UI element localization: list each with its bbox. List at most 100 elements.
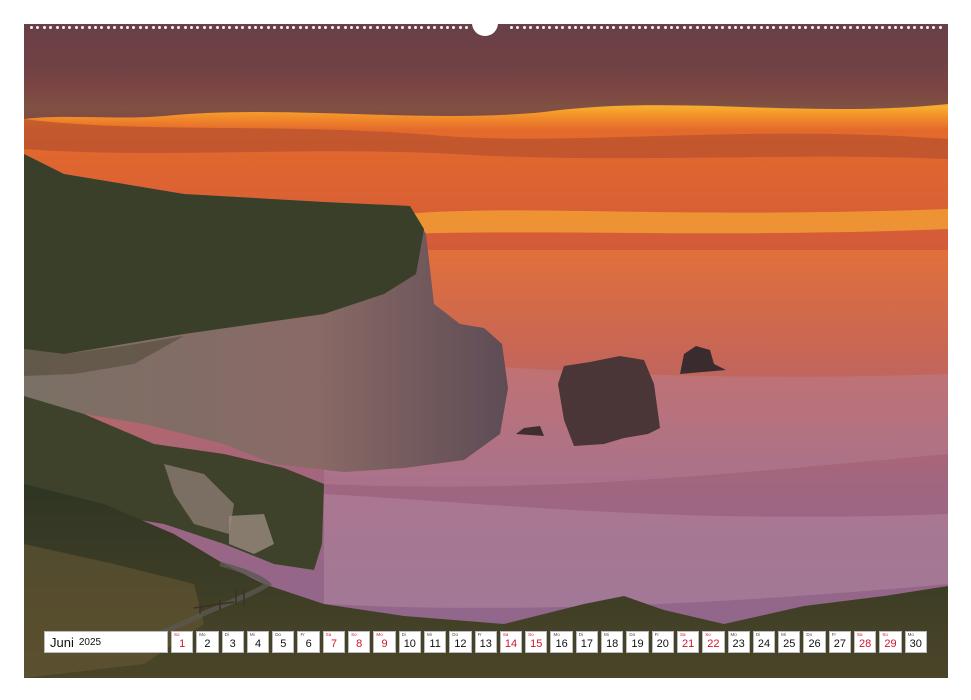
binding-ring — [183, 26, 187, 29]
binding-ring — [836, 26, 840, 29]
binding-ring — [535, 26, 539, 29]
binding-ring — [247, 26, 251, 29]
day-number: 12 — [454, 638, 467, 650]
day-of-week: Do — [275, 632, 281, 637]
binding-ring — [215, 26, 219, 29]
day-number: 15 — [530, 638, 543, 650]
day-cell: Sa 21 — [676, 631, 700, 653]
day-cell: Mi 4 — [246, 631, 270, 653]
binding-ring — [791, 26, 795, 29]
day-number: 21 — [681, 638, 695, 650]
binding-ring — [919, 26, 923, 29]
binding-ring — [286, 26, 289, 29]
binding-ring — [343, 26, 347, 29]
day-of-week: So — [528, 632, 534, 637]
binding-ring — [138, 26, 142, 29]
binding-ring — [49, 26, 53, 29]
binding-ring — [164, 26, 168, 29]
day-cell: So 8 — [348, 631, 371, 653]
binding-ring — [55, 26, 59, 29]
day-number: 19 — [631, 638, 644, 650]
binding-ring — [612, 26, 616, 29]
binding-ring — [126, 26, 129, 29]
binding-ring — [414, 26, 417, 29]
day-cell: Fr 27 — [828, 631, 852, 653]
binding-ring — [906, 26, 910, 29]
binding-ring — [542, 26, 545, 29]
binding-ring — [132, 26, 136, 29]
day-of-week: So — [882, 632, 888, 637]
day-number: 6 — [305, 638, 312, 650]
binding-ring — [516, 26, 520, 29]
day-of-week: Mo — [907, 632, 914, 637]
day-number: 9 — [381, 638, 388, 650]
day-number: 1 — [179, 638, 186, 650]
day-of-week: Di — [578, 632, 583, 637]
binding-ring — [388, 26, 392, 29]
day-cell: Di 10 — [398, 631, 421, 653]
day-number: 17 — [580, 638, 594, 650]
binding-ring — [682, 26, 686, 29]
binding-ring — [849, 26, 853, 29]
binding-ring — [676, 26, 680, 29]
binding-ring — [753, 26, 757, 29]
day-number: 8 — [356, 638, 363, 650]
binding-ring — [689, 26, 693, 29]
binding-ring — [106, 26, 110, 29]
day-cell: Mo 2 — [196, 631, 219, 653]
binding-ring — [305, 26, 309, 29]
binding-ring — [356, 26, 360, 29]
binding-ring — [337, 26, 341, 29]
day-of-week: Sa — [325, 632, 332, 637]
day-of-week: So — [705, 632, 711, 637]
day-cell: Di 24 — [752, 631, 776, 653]
binding-ring — [618, 26, 622, 29]
day-number: 11 — [429, 638, 441, 650]
binding-ring — [862, 26, 865, 29]
binding-ring — [785, 26, 789, 29]
binding-ring — [938, 26, 942, 29]
binding-ring — [593, 26, 597, 29]
day-number: 18 — [606, 638, 619, 650]
day-of-week: Do — [806, 632, 813, 637]
day-cell: Fr 13 — [474, 631, 497, 653]
binding-ring — [855, 26, 859, 29]
day-number: 23 — [732, 638, 745, 650]
day-of-week: So — [351, 632, 357, 637]
binding-ring — [382, 26, 385, 29]
day-cell: Mi 11 — [423, 631, 447, 653]
binding-ring — [452, 26, 456, 29]
day-cell: Mo 23 — [727, 631, 750, 653]
binding-ring — [766, 26, 769, 29]
day-of-week: Fr — [477, 632, 482, 637]
binding-ring — [222, 26, 225, 29]
binding-ring — [266, 26, 270, 29]
binding-ring — [721, 26, 725, 29]
binding-ring — [87, 26, 91, 29]
day-number: 28 — [859, 638, 872, 650]
day-of-week: Di — [224, 632, 229, 637]
binding-ring — [292, 26, 296, 29]
binding-ring — [330, 26, 334, 29]
day-of-week: Mo — [730, 632, 737, 637]
binding-ring — [279, 26, 283, 29]
binding-ring — [369, 26, 373, 29]
landscape-illustration — [24, 24, 948, 678]
binding-ring — [881, 26, 885, 29]
binding-ring — [804, 26, 808, 29]
day-number: 4 — [254, 638, 262, 650]
day-number: 20 — [656, 638, 669, 650]
day-of-week: So — [174, 632, 180, 637]
binding-ring — [439, 26, 443, 29]
day-of-week: Mi — [604, 632, 609, 637]
day-of-week: Mo — [376, 632, 383, 637]
binding-ring — [241, 26, 245, 29]
binding-ring — [657, 26, 661, 29]
day-number: 29 — [884, 638, 897, 650]
binding-ring — [260, 26, 264, 29]
binding-ring — [529, 26, 533, 29]
binding-ring — [695, 26, 699, 29]
day-cell: So 15 — [525, 631, 548, 653]
binding-ring — [100, 26, 104, 29]
day-number: 22 — [707, 638, 720, 650]
